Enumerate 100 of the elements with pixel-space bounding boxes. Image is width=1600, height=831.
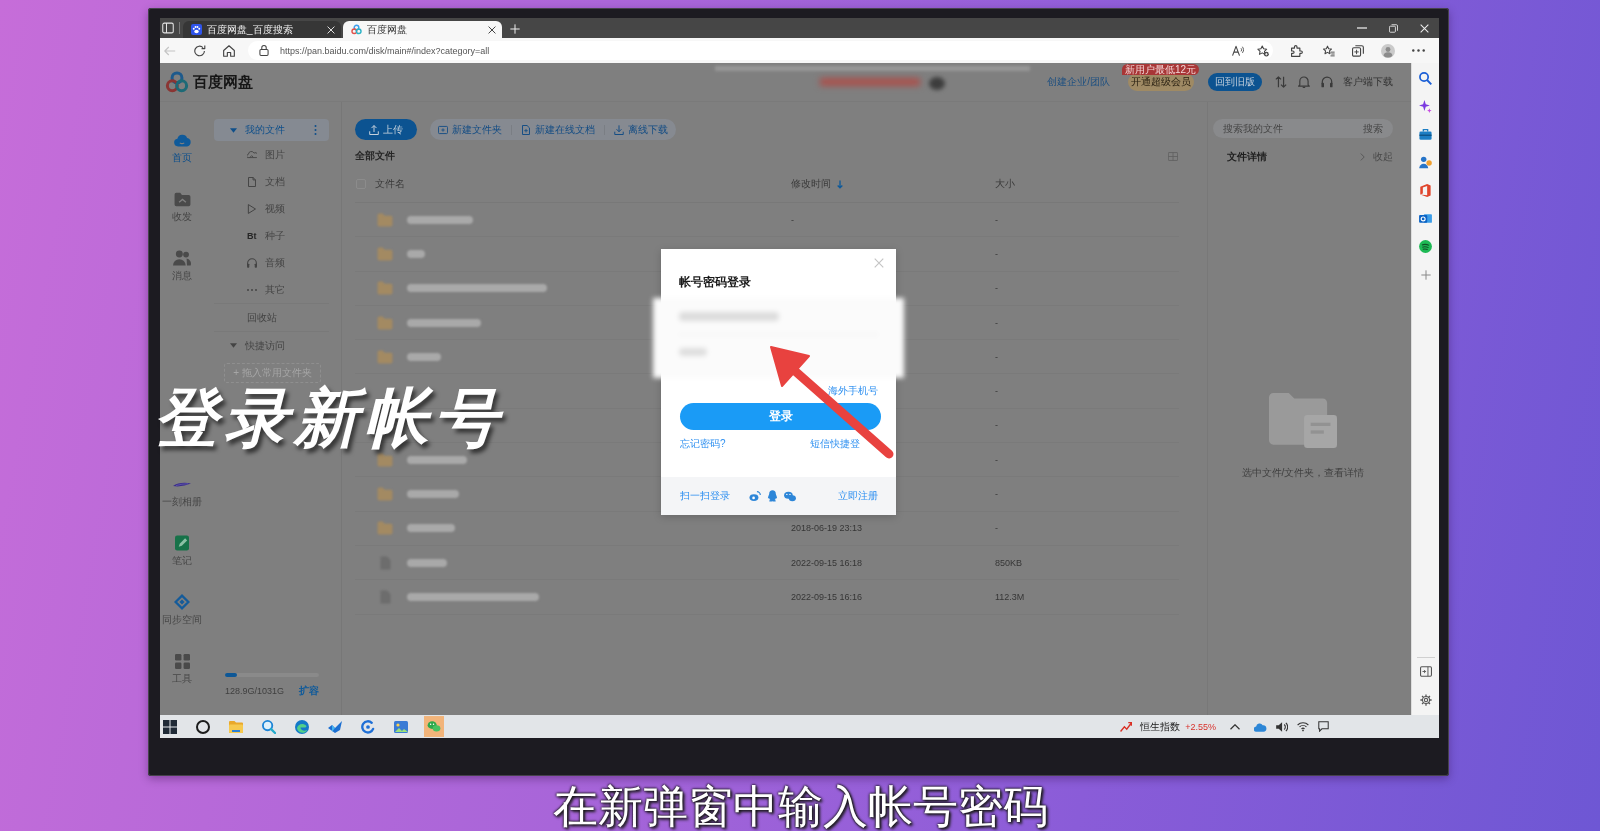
people-icon xyxy=(173,250,191,266)
url-text: https://pan.baidu.com/disk/main#/index?category=all xyxy=(280,45,490,56)
headset-icon[interactable] xyxy=(1321,76,1333,88)
message-icon[interactable] xyxy=(1318,721,1329,732)
cloud-icon[interactable] xyxy=(1254,721,1267,732)
dots-icon xyxy=(247,288,257,291)
tick-icon[interactable] xyxy=(328,719,342,734)
folder-icon[interactable] xyxy=(229,719,243,734)
rings-logo-icon xyxy=(165,71,189,93)
bt-icon: Bt xyxy=(247,230,257,241)
search-icon[interactable] xyxy=(1419,72,1432,85)
star-plus-icon[interactable] xyxy=(1257,44,1269,57)
upload-button[interactable]: 上传 xyxy=(355,119,417,140)
search-icon[interactable] xyxy=(262,719,276,734)
swirl-icon[interactable] xyxy=(749,491,761,501)
penguin-icon[interactable] xyxy=(767,490,778,502)
people-icon[interactable] xyxy=(1419,156,1432,169)
sidebar-item[interactable]: 文档 xyxy=(214,168,329,195)
column-header[interactable]: 文件名 xyxy=(375,177,405,191)
folder-icon xyxy=(377,521,393,536)
blurred-text xyxy=(407,352,441,361)
headphones-icon xyxy=(247,257,257,268)
favorites-icon[interactable] xyxy=(1323,44,1335,57)
expand-link[interactable]: 扩容 xyxy=(299,684,319,698)
speaker-icon[interactable] xyxy=(1276,721,1288,732)
diamond-icon xyxy=(174,594,190,610)
picture-icon[interactable] xyxy=(394,719,408,734)
table-cell: - xyxy=(995,283,998,294)
address-field[interactable]: https://pan.baidu.com/disk/main#/index?category=all xyxy=(248,41,1273,60)
wifi-icon[interactable] xyxy=(1297,721,1309,732)
document-icon xyxy=(247,176,257,187)
sidebar-item[interactable]: 我的文件 xyxy=(214,119,329,141)
folder-icon xyxy=(173,191,191,207)
bracket-icon[interactable] xyxy=(1419,184,1432,197)
tiles-icon xyxy=(174,653,190,669)
chat-bubbles-icon[interactable] xyxy=(784,490,796,502)
arc-icon[interactable] xyxy=(361,719,375,734)
old-version-button[interactable]: 回到旧版 xyxy=(1208,73,1262,91)
circle-icon[interactable] xyxy=(196,719,210,734)
sparkle-icon[interactable] xyxy=(1419,100,1432,113)
search-field[interactable]: 搜索我的文件 搜索 xyxy=(1213,119,1393,138)
folder-icon xyxy=(377,349,393,364)
sidebar-toggle-icon[interactable] xyxy=(162,22,174,34)
overseas-phone-link[interactable]: 海外手机号 xyxy=(828,385,878,397)
refresh-icon[interactable] xyxy=(194,44,206,57)
blurred-text xyxy=(407,524,455,533)
caret-up-icon[interactable] xyxy=(1230,723,1240,730)
nav-item[interactable]: 首页 xyxy=(172,131,192,164)
column-header[interactable]: 修改时间 xyxy=(791,177,831,191)
blurred-text xyxy=(407,249,425,258)
table-cell: - xyxy=(995,386,998,397)
toolbar-button[interactable]: 离线下载 xyxy=(614,122,668,137)
briefcase-icon[interactable] xyxy=(1419,128,1432,141)
browser-tab[interactable]: 百度网盘 xyxy=(343,21,502,38)
column-header[interactable]: 大小 xyxy=(995,177,1015,191)
home-icon[interactable] xyxy=(223,44,235,57)
download-link[interactable]: 客户端下载 xyxy=(1343,75,1393,89)
table-cell: - xyxy=(995,489,998,499)
close-icon[interactable] xyxy=(488,25,496,34)
stock-name[interactable]: 恒生指数 xyxy=(1140,719,1181,734)
toolbar-button[interactable]: 新建在线文档 xyxy=(521,122,595,137)
avatar-icon[interactable] xyxy=(1381,43,1395,58)
cloud-icon xyxy=(173,133,191,147)
stock-change[interactable]: +2.55% xyxy=(1185,721,1216,732)
music-icon[interactable] xyxy=(1419,240,1432,253)
login-button[interactable]: 登录 xyxy=(680,403,881,430)
team-link[interactable]: 创建企业/团队 xyxy=(1047,75,1110,89)
document-plus-icon xyxy=(521,124,531,135)
search-button[interactable]: 搜索 xyxy=(1363,121,1383,136)
collections-icon[interactable] xyxy=(1352,44,1364,57)
swirl-icon[interactable] xyxy=(295,719,309,734)
restore-icon[interactable] xyxy=(1389,23,1398,33)
settings-icon[interactable] xyxy=(1419,694,1432,706)
panel-title: 文件详情 xyxy=(1227,150,1267,164)
blurred-text xyxy=(407,490,459,498)
more-icon[interactable] xyxy=(1412,49,1425,52)
windows-logo-icon[interactable] xyxy=(163,719,177,734)
puzzle-icon[interactable] xyxy=(1291,44,1303,57)
vip-button[interactable]: 开通超级会员 xyxy=(1128,73,1194,91)
feather-icon xyxy=(173,481,191,487)
toolbar-button[interactable]: 新建文件夹 xyxy=(438,122,502,137)
forgot-password-link[interactable]: 忘记密码? xyxy=(680,438,726,450)
transfer-arrows-icon[interactable] xyxy=(1275,76,1287,88)
sms-login-link[interactable]: 短信快捷登 xyxy=(810,438,860,450)
browser-tab[interactable]: 百度网盘_百度搜索 xyxy=(183,21,341,38)
new-tab-icon[interactable] xyxy=(510,24,520,34)
table-cell: 2018-06-19 23:13 xyxy=(791,523,863,534)
blurred-text xyxy=(407,558,447,567)
read-aloud-icon[interactable] xyxy=(1232,44,1244,57)
folder-file-drawing xyxy=(1269,393,1337,448)
rings-logo-icon xyxy=(351,24,362,35)
mail-icon[interactable] xyxy=(1419,212,1432,225)
trend-up-icon[interactable] xyxy=(1120,720,1133,733)
blurred-text xyxy=(407,215,473,224)
folder-icon xyxy=(377,487,393,501)
bell-icon[interactable] xyxy=(1298,76,1310,88)
sidebar-panel-icon[interactable] xyxy=(1419,666,1432,677)
qr-login-link[interactable]: 扫一扫登录 xyxy=(680,490,730,502)
register-link[interactable]: 立即注册 xyxy=(838,490,878,502)
table-cell: 2022-09-15 16:16 xyxy=(791,591,863,602)
